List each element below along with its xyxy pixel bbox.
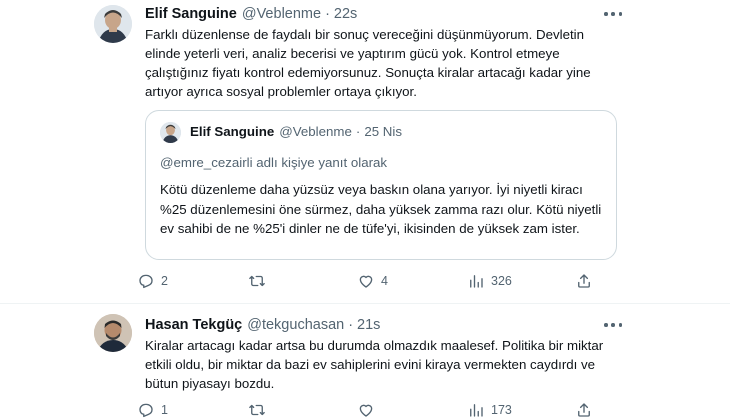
- separator-dot: ·: [355, 124, 361, 139]
- timestamp[interactable]: 21s: [357, 317, 380, 333]
- views-button[interactable]: 326: [467, 272, 512, 290]
- author-name[interactable]: Hasan Tekgüç: [145, 317, 242, 333]
- views-count: 326: [491, 274, 512, 288]
- timestamp[interactable]: 22s: [334, 6, 357, 22]
- retweet-icon: [249, 275, 265, 287]
- quoted-tweet[interactable]: Elif Sanguine @Veblenme · 25 Nis @emre_c…: [145, 110, 617, 260]
- share-icon: [578, 403, 590, 417]
- like-button[interactable]: [357, 401, 381, 419]
- retweet-icon: [249, 404, 265, 416]
- tweet-header: Hasan Tekgüç @tekguchasan · 21s: [145, 317, 380, 333]
- tweet-actions: 2 4 326: [137, 272, 617, 292]
- like-count: 4: [381, 274, 388, 288]
- reply-button[interactable]: 1: [137, 401, 168, 419]
- share-icon: [578, 274, 590, 288]
- like-icon: [359, 404, 373, 417]
- share-button[interactable]: [575, 401, 593, 419]
- reply-count: 1: [161, 403, 168, 417]
- avatar: [160, 122, 181, 143]
- author-name[interactable]: Elif Sanguine: [145, 6, 237, 22]
- tweet-header: Elif Sanguine @Veblenme · 22s: [145, 6, 357, 22]
- reply-button[interactable]: 2: [137, 272, 168, 290]
- more-icon[interactable]: [604, 11, 622, 17]
- share-button[interactable]: [575, 272, 593, 290]
- author-handle[interactable]: @Veblenme: [242, 6, 321, 22]
- like-button[interactable]: 4: [357, 272, 388, 290]
- tweet[interactable]: Elif Sanguine @Veblenme · 22s Farklı düz…: [0, 0, 730, 303]
- views-button[interactable]: 173: [467, 401, 512, 419]
- retweet-button[interactable]: [248, 401, 272, 419]
- quoted-author-handle: @Veblenme: [279, 124, 352, 139]
- reply-icon: [139, 274, 153, 289]
- like-icon: [359, 275, 373, 288]
- separator-dot: ·: [325, 6, 330, 22]
- quoted-tweet-header: Elif Sanguine @Veblenme · 25 Nis: [190, 124, 402, 139]
- avatar[interactable]: [94, 5, 132, 43]
- separator-dot: ·: [348, 317, 354, 333]
- reply-count: 2: [161, 274, 168, 288]
- quoted-tweet-text: Kötü düzenleme daha yüzsüz veya baskın o…: [160, 182, 602, 236]
- reply-context: @emre_cezairli adlı kişiye yanıt olarak: [160, 155, 388, 170]
- views-icon: [470, 275, 483, 288]
- retweet-button[interactable]: [248, 272, 272, 290]
- reply-icon: [139, 403, 153, 418]
- author-handle[interactable]: @tekguchasan: [247, 317, 344, 333]
- tweet-text: Farklı düzenlense de faydalı bir sonuç v…: [145, 27, 591, 99]
- tweet-text: Kiralar artacagı kadar artsa bu durumda …: [145, 338, 604, 391]
- views-count: 173: [491, 403, 512, 417]
- avatar[interactable]: [94, 314, 132, 352]
- quoted-date: 25 Nis: [364, 124, 403, 139]
- views-icon: [470, 404, 483, 417]
- more-icon[interactable]: [604, 322, 622, 328]
- tweet[interactable]: Hasan Tekgüç @tekguchasan · 21s Kiralar …: [0, 303, 730, 420]
- tweet-actions: 1 173: [137, 401, 617, 420]
- quoted-author-name: Elif Sanguine: [190, 124, 275, 139]
